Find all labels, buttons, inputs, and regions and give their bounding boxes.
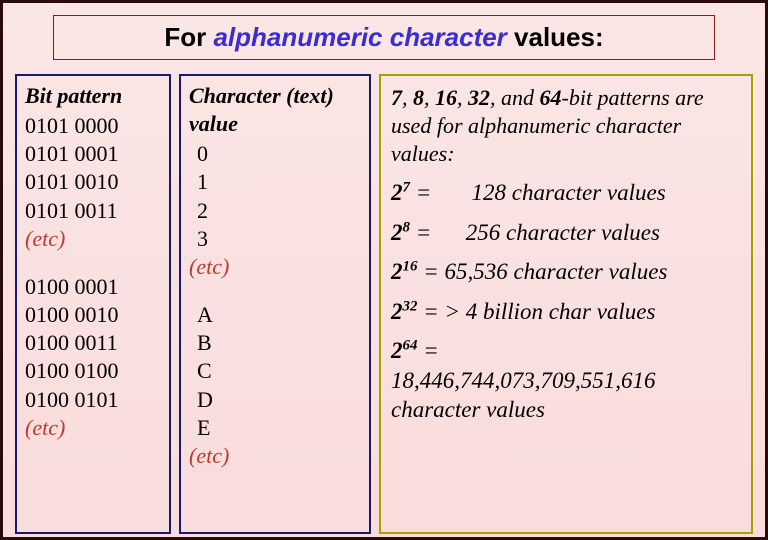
power-row: 232 = > 4 billion char values: [391, 297, 741, 326]
power-row: 216 = 65,536 character values: [391, 257, 741, 286]
title-emph: alphanumeric character: [213, 22, 506, 52]
etc-marker: (etc): [189, 253, 361, 281]
title-text: For alphanumeric character values:: [164, 22, 603, 52]
char-row: D: [189, 386, 361, 414]
intro-text: 7, 8, 16, 32, and 64-bit patterns are us…: [391, 84, 741, 168]
etc-marker: (etc): [25, 225, 161, 253]
power-row: 28 = 256 character values: [391, 218, 741, 247]
pow-val: 256 character values: [466, 220, 660, 245]
intro-bit: 8: [413, 85, 424, 110]
char-row: 1: [189, 168, 361, 196]
pow-val: 18,446,744,073,709,551,616 character val…: [391, 366, 741, 425]
column-bit-pattern: Bit pattern 0101 0000 0101 0001 0101 001…: [15, 74, 171, 534]
pow-eq: =: [410, 180, 431, 205]
bit-row: 0101 0011: [25, 197, 161, 225]
pow-eq: =: [417, 299, 438, 324]
pow-exp: 64: [403, 338, 418, 354]
bit-row: 0100 0100: [25, 357, 161, 385]
pow-base: 2: [391, 180, 403, 205]
slide: For alphanumeric character values: Bit p…: [0, 0, 768, 540]
col1-header: Bit pattern: [25, 82, 161, 110]
char-row: 0: [189, 140, 361, 168]
pow-val: > 4 billion char values: [444, 299, 655, 324]
title-pre: For: [164, 22, 213, 52]
pow-eq: =: [410, 220, 431, 245]
char-row: 3: [189, 225, 361, 253]
column-explanation: 7, 8, 16, 32, and 64-bit patterns are us…: [379, 74, 753, 534]
char-row: A: [189, 301, 361, 329]
intro-bit: 7: [391, 85, 402, 110]
etc-marker: (etc): [25, 414, 161, 442]
power-row: 27 = 128 character values: [391, 178, 741, 207]
pow-base: 2: [391, 338, 403, 363]
pow-exp: 32: [403, 298, 418, 314]
char-row: E: [189, 414, 361, 442]
title-post: values:: [507, 22, 604, 52]
pow-exp: 16: [403, 259, 418, 275]
intro-bit: 32: [468, 85, 490, 110]
char-row: 2: [189, 197, 361, 225]
bit-row: 0100 0001: [25, 273, 161, 301]
pow-base: 2: [391, 259, 403, 284]
bit-row: 0100 0010: [25, 301, 161, 329]
bit-row: 0101 0001: [25, 140, 161, 168]
group-gap: [25, 253, 161, 273]
pow-exp: 8: [403, 219, 410, 235]
intro-bit: 64: [540, 85, 562, 110]
pow-val: 65,536 character values: [444, 259, 667, 284]
pow-val: 128 character values: [472, 180, 666, 205]
pow-eq: =: [417, 338, 438, 363]
char-row: C: [189, 357, 361, 385]
title-box: For alphanumeric character values:: [53, 15, 715, 60]
etc-marker: (etc): [189, 442, 361, 470]
col2-header: Character (text) value: [189, 82, 361, 138]
pow-base: 2: [391, 299, 403, 324]
pow-eq: =: [417, 259, 438, 284]
char-row: B: [189, 329, 361, 357]
pow-base: 2: [391, 220, 403, 245]
bit-row: 0100 0101: [25, 386, 161, 414]
pow-exp: 7: [403, 180, 410, 196]
bit-row: 0101 0010: [25, 168, 161, 196]
bit-row: 0101 0000: [25, 112, 161, 140]
columns: Bit pattern 0101 0000 0101 0001 0101 001…: [15, 74, 753, 534]
intro-bit: 16: [435, 85, 457, 110]
power-row: 264 = 18,446,744,073,709,551,616 charact…: [391, 336, 741, 424]
bit-row: 0100 0011: [25, 329, 161, 357]
group-gap: [189, 281, 361, 301]
column-char-value: Character (text) value 0 1 2 3 (etc) A B…: [179, 74, 371, 534]
